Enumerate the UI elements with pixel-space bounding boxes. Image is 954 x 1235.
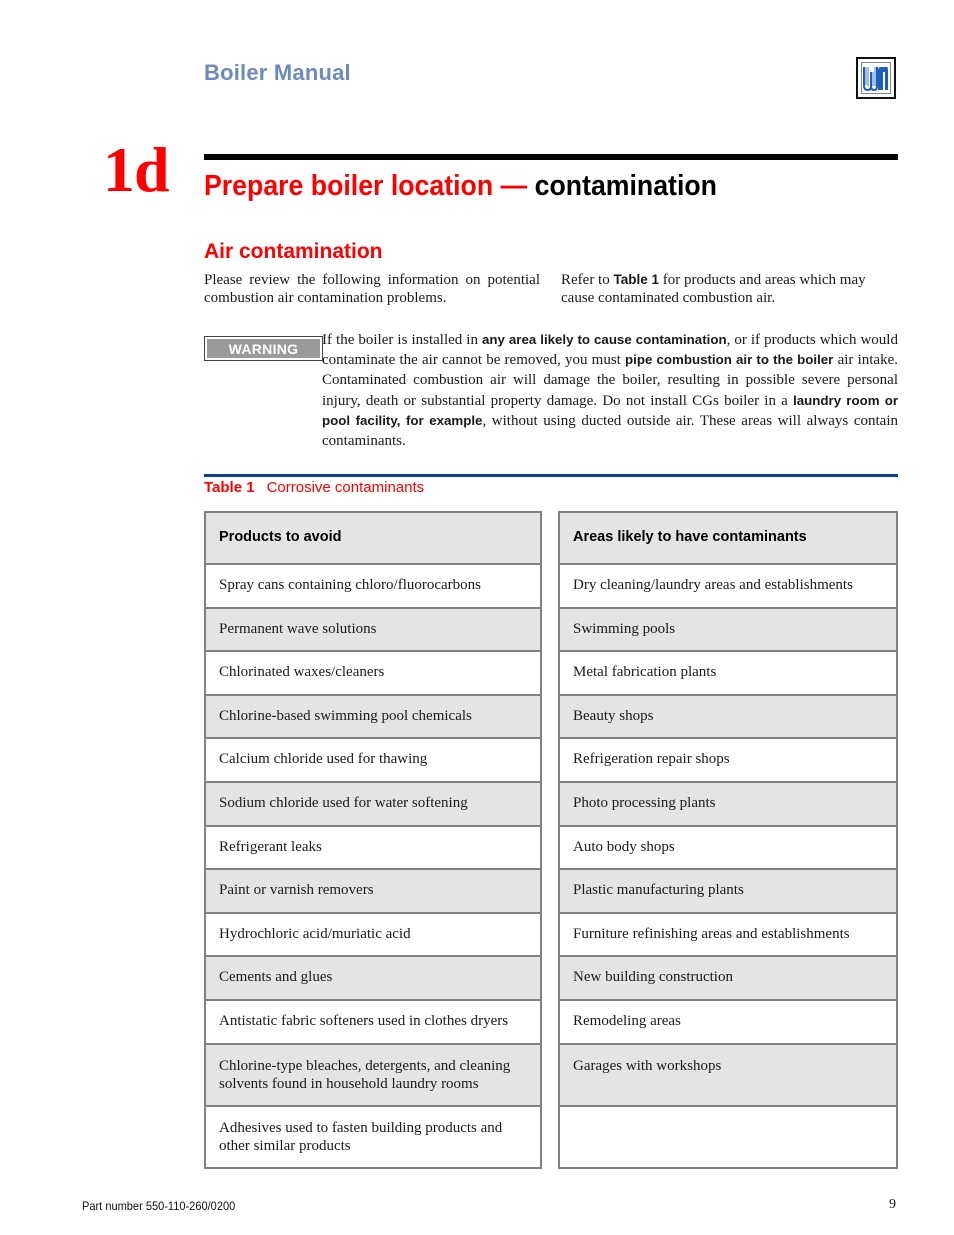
product-row: Chlorine-type bleaches, detergents, and … <box>206 1042 540 1105</box>
warning-badge-label: WARNING <box>207 339 320 358</box>
product-row: Chlorinated waxes/cleaners <box>206 650 540 694</box>
warning-text: If the boiler is installed in any area l… <box>322 330 898 451</box>
warning-badge: WARNING <box>204 336 323 361</box>
area-row: Refrigeration repair shops <box>560 737 896 781</box>
warning-text-run: If the boiler is installed in <box>322 332 483 348</box>
areas-with-contaminants-table: Areas likely to have contaminants Dry cl… <box>558 511 898 1169</box>
area-row: Dry cleaning/laundry areas and establish… <box>560 563 896 607</box>
product-row: Hydrochloric acid/muriatic acid <box>206 911 540 956</box>
title-rule <box>204 154 898 160</box>
area-row: Metal fabrication plants <box>560 650 896 694</box>
area-row: Plastic manufacturing plants <box>560 868 896 912</box>
product-row: Adhesives used to fasten building produc… <box>206 1104 540 1167</box>
page-title-red: Prepare boiler location — <box>204 170 528 202</box>
area-row: Remodeling areas <box>560 998 896 1043</box>
intro-right-before: Refer to <box>561 272 614 288</box>
area-row: Auto body shops <box>560 824 896 869</box>
area-row: Photo processing plants <box>560 780 896 825</box>
chapter-number: 1d <box>103 134 170 205</box>
product-row: Paint or varnish removers <box>206 868 540 912</box>
product-row: Refrigerant leaks <box>206 824 540 869</box>
products-header: Products to avoid <box>206 513 540 563</box>
intro-paragraph-right: Refer to Table 1 for products and areas … <box>561 271 898 307</box>
area-row: Beauty shops <box>560 693 896 738</box>
areas-header: Areas likely to have contaminants <box>560 513 896 563</box>
product-row: Permanent wave solutions <box>206 606 540 651</box>
table-caption: Table 1 Corrosive contaminants <box>204 479 424 496</box>
product-row: Antistatic fabric softeners used in clot… <box>206 998 540 1043</box>
table-reference-link: Table 1 <box>613 272 660 287</box>
weil-mclain-logo-icon <box>863 67 888 92</box>
table-label: Table 1 <box>204 479 255 496</box>
product-row: Calcium chloride used for thawing <box>206 737 540 781</box>
products-to-avoid-table: Products to avoid Spray cans containing … <box>204 511 542 1169</box>
product-row: Spray cans containing chloro/fluorocarbo… <box>206 563 540 607</box>
intro-paragraph-left: Please review the following information … <box>204 272 540 306</box>
warning-emphasis: any area likely to cause contamination <box>482 332 727 347</box>
page-title-black: contamination <box>527 170 717 202</box>
table-rule <box>204 474 898 477</box>
table-caption-text: Corrosive contaminants <box>266 479 425 496</box>
page-title: Prepare boiler location — contamination <box>204 168 717 204</box>
product-row: Chlorine-based swimming pool chemicals <box>206 693 540 738</box>
product-row: Sodium chloride used for water softening <box>206 780 540 825</box>
area-row: Swimming pools <box>560 606 896 651</box>
section-heading: Air contamination <box>204 240 383 263</box>
manual-title: Boiler Manual <box>204 60 351 85</box>
brand-logo <box>856 57 896 99</box>
area-row: Garages with workshops <box>560 1042 896 1105</box>
footer-part-number: Part number 550-110-260/0200 <box>82 1199 236 1213</box>
product-row: Cements and glues <box>206 955 540 999</box>
area-row: Furniture refinishing areas and establis… <box>560 911 896 956</box>
warning-emphasis: pipe combustion air to the boiler <box>625 352 834 368</box>
area-row: New building construction <box>560 955 896 999</box>
footer-page-number: 9 <box>889 1197 896 1212</box>
area-row <box>560 1104 896 1167</box>
